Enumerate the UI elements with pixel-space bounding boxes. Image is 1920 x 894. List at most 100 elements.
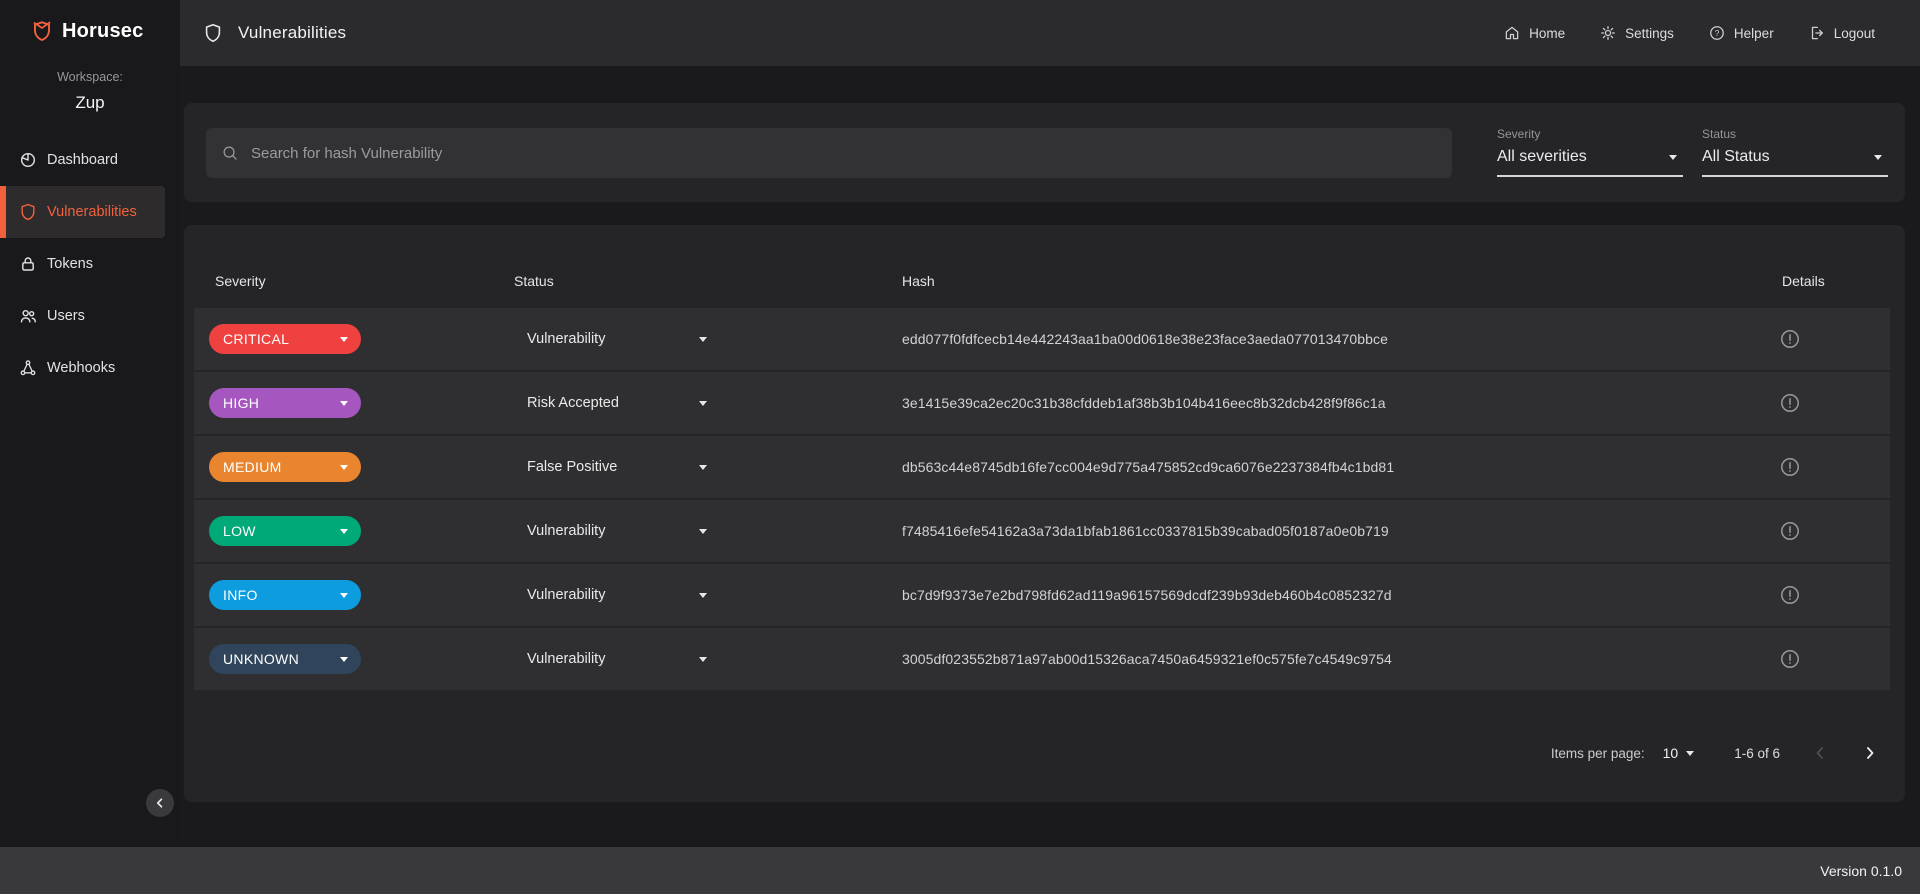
severity-label: CRITICAL — [223, 331, 290, 347]
severity-label: INFO — [223, 587, 258, 603]
chevron-right-icon — [1860, 743, 1880, 763]
severity-badge-dropdown[interactable]: CRITICAL — [209, 324, 361, 354]
items-per-page-label: Items per page: — [1550, 745, 1645, 761]
vulnerability-hash: f7485416efe54162a3a73da1bfab1861cc033781… — [902, 523, 1389, 539]
chevron-down-icon — [340, 464, 348, 470]
column-header-severity: Severity — [215, 273, 266, 289]
chevron-down-icon — [340, 656, 348, 662]
items-per-page-select[interactable]: 10 — [1663, 745, 1701, 761]
workspace-name: Zup — [75, 93, 105, 112]
sidebar-item-users[interactable]: Users — [0, 290, 180, 342]
status-filter-label: Status — [1702, 127, 1737, 141]
previous-page-button[interactable] — [1810, 743, 1830, 763]
status-label: Vulnerability — [527, 587, 606, 603]
chevron-down-icon — [699, 400, 707, 406]
webhook-icon — [18, 358, 47, 378]
status-dropdown[interactable]: Risk Accepted — [527, 372, 707, 434]
chevron-down-icon — [1686, 750, 1695, 756]
sidebar-item-label: Dashboard — [47, 152, 118, 168]
search-icon — [221, 144, 240, 163]
chevron-down-icon — [699, 528, 707, 534]
topbar-nav: Home Settings ? Helper Logout — [1503, 24, 1875, 42]
status-filter-select[interactable]: Status All Status — [1702, 127, 1888, 177]
sidebar-item-label: Tokens — [47, 256, 93, 272]
severity-label: MEDIUM — [223, 459, 282, 475]
chevron-down-icon — [340, 528, 348, 534]
helper-button[interactable]: ? Helper — [1708, 24, 1774, 42]
severity-badge-dropdown[interactable]: MEDIUM — [209, 452, 361, 482]
status-dropdown[interactable]: Vulnerability — [527, 564, 707, 626]
svg-text:?: ? — [1715, 29, 1720, 38]
logout-label: Logout — [1833, 25, 1875, 41]
page-heading: Vulnerabilities — [202, 22, 346, 44]
logout-icon — [1808, 24, 1826, 42]
severity-filter-select[interactable]: Severity All severities — [1497, 127, 1683, 177]
severity-filter-value: All severities — [1497, 148, 1587, 165]
help-icon: ? — [1708, 24, 1726, 42]
pagination: Items per page: 10 1-6 of 6 — [1551, 737, 1880, 769]
logout-button[interactable]: Logout — [1808, 24, 1875, 42]
chevron-left-icon — [151, 794, 169, 812]
pie-chart-icon — [18, 150, 47, 170]
sidebar-item-webhooks[interactable]: Webhooks — [0, 342, 180, 394]
column-header-hash: Hash — [902, 273, 935, 289]
chevron-left-icon — [1810, 743, 1830, 763]
settings-label: Settings — [1625, 25, 1674, 41]
sidebar-collapse-button[interactable] — [146, 789, 174, 817]
filter-panel: Severity All severities Status All Statu… — [184, 103, 1905, 202]
column-header-status: Status — [514, 273, 554, 289]
version-label: Version 0.1.0 — [1820, 862, 1902, 879]
details-icon[interactable] — [1779, 328, 1801, 350]
home-button[interactable]: Home — [1503, 24, 1565, 42]
severity-badge-dropdown[interactable]: UNKNOWN — [209, 644, 361, 674]
search-input[interactable] — [251, 144, 1452, 162]
settings-button[interactable]: Settings — [1599, 24, 1674, 42]
details-icon[interactable] — [1779, 392, 1801, 414]
chevron-down-icon — [699, 336, 707, 342]
table-row: HIGH Risk Accepted 3e1415e39ca2ec20c31b3… — [194, 372, 1890, 434]
sidebar-item-vulnerabilities[interactable]: Vulnerabilities — [0, 186, 165, 238]
sidebar-item-dashboard[interactable]: Dashboard — [0, 134, 180, 186]
next-page-button[interactable] — [1860, 743, 1880, 763]
details-icon[interactable] — [1779, 456, 1801, 478]
status-label: False Positive — [527, 459, 618, 475]
footer: Version 0.1.0 — [0, 847, 1920, 894]
table-row: CRITICAL Vulnerability edd077f0fdfcecb14… — [194, 308, 1890, 370]
chevron-down-icon — [1874, 154, 1882, 160]
lock-icon — [18, 254, 47, 274]
chevron-down-icon — [1669, 154, 1677, 160]
severity-badge-dropdown[interactable]: LOW — [209, 516, 361, 546]
sidebar-item-label: Users — [47, 308, 85, 324]
sidebar: Horusec Workspace: Zup Dashboard Vulnera… — [0, 0, 180, 847]
status-dropdown[interactable]: Vulnerability — [527, 628, 707, 690]
horusec-logo-icon — [29, 18, 55, 44]
workspace-label: Workspace: — [57, 70, 123, 84]
severity-label: UNKNOWN — [223, 651, 299, 667]
table-body: CRITICAL Vulnerability edd077f0fdfcecb14… — [194, 308, 1890, 692]
table-row: UNKNOWN Vulnerability 3005df023552b871a9… — [194, 628, 1890, 690]
status-dropdown[interactable]: Vulnerability — [527, 500, 707, 562]
page-title: Vulnerabilities — [238, 23, 347, 42]
chevron-down-icon — [699, 656, 707, 662]
severity-badge-dropdown[interactable]: HIGH — [209, 388, 361, 418]
details-icon[interactable] — [1779, 520, 1801, 542]
table-row: INFO Vulnerability bc7d9f9373e7e2bd798fd… — [194, 564, 1890, 626]
vulnerability-hash: db563c44e8745db16fe7cc004e9d775a475852cd… — [902, 459, 1395, 475]
status-filter-value: All Status — [1702, 148, 1770, 165]
details-icon[interactable] — [1779, 648, 1801, 670]
workspace-block: Workspace: Zup — [0, 70, 180, 113]
status-dropdown[interactable]: False Positive — [527, 436, 707, 498]
severity-label: HIGH — [223, 395, 260, 411]
sidebar-item-tokens[interactable]: Tokens — [0, 238, 180, 290]
shield-icon — [202, 22, 224, 44]
sidebar-nav: Dashboard Vulnerabilities Tokens Users W… — [0, 134, 180, 394]
vulnerabilities-table: Severity Status Hash Details CRITICAL Vu… — [184, 225, 1905, 802]
vulnerability-hash: 3e1415e39ca2ec20c31b38cfddeb1af38b3b104b… — [902, 395, 1386, 411]
column-header-details: Details — [1782, 273, 1825, 289]
chevron-down-icon — [699, 464, 707, 470]
pagination-range: 1-6 of 6 — [1734, 745, 1780, 761]
severity-badge-dropdown[interactable]: INFO — [209, 580, 361, 610]
details-icon[interactable] — [1779, 584, 1801, 606]
chevron-down-icon — [699, 592, 707, 598]
status-dropdown[interactable]: Vulnerability — [527, 308, 707, 370]
